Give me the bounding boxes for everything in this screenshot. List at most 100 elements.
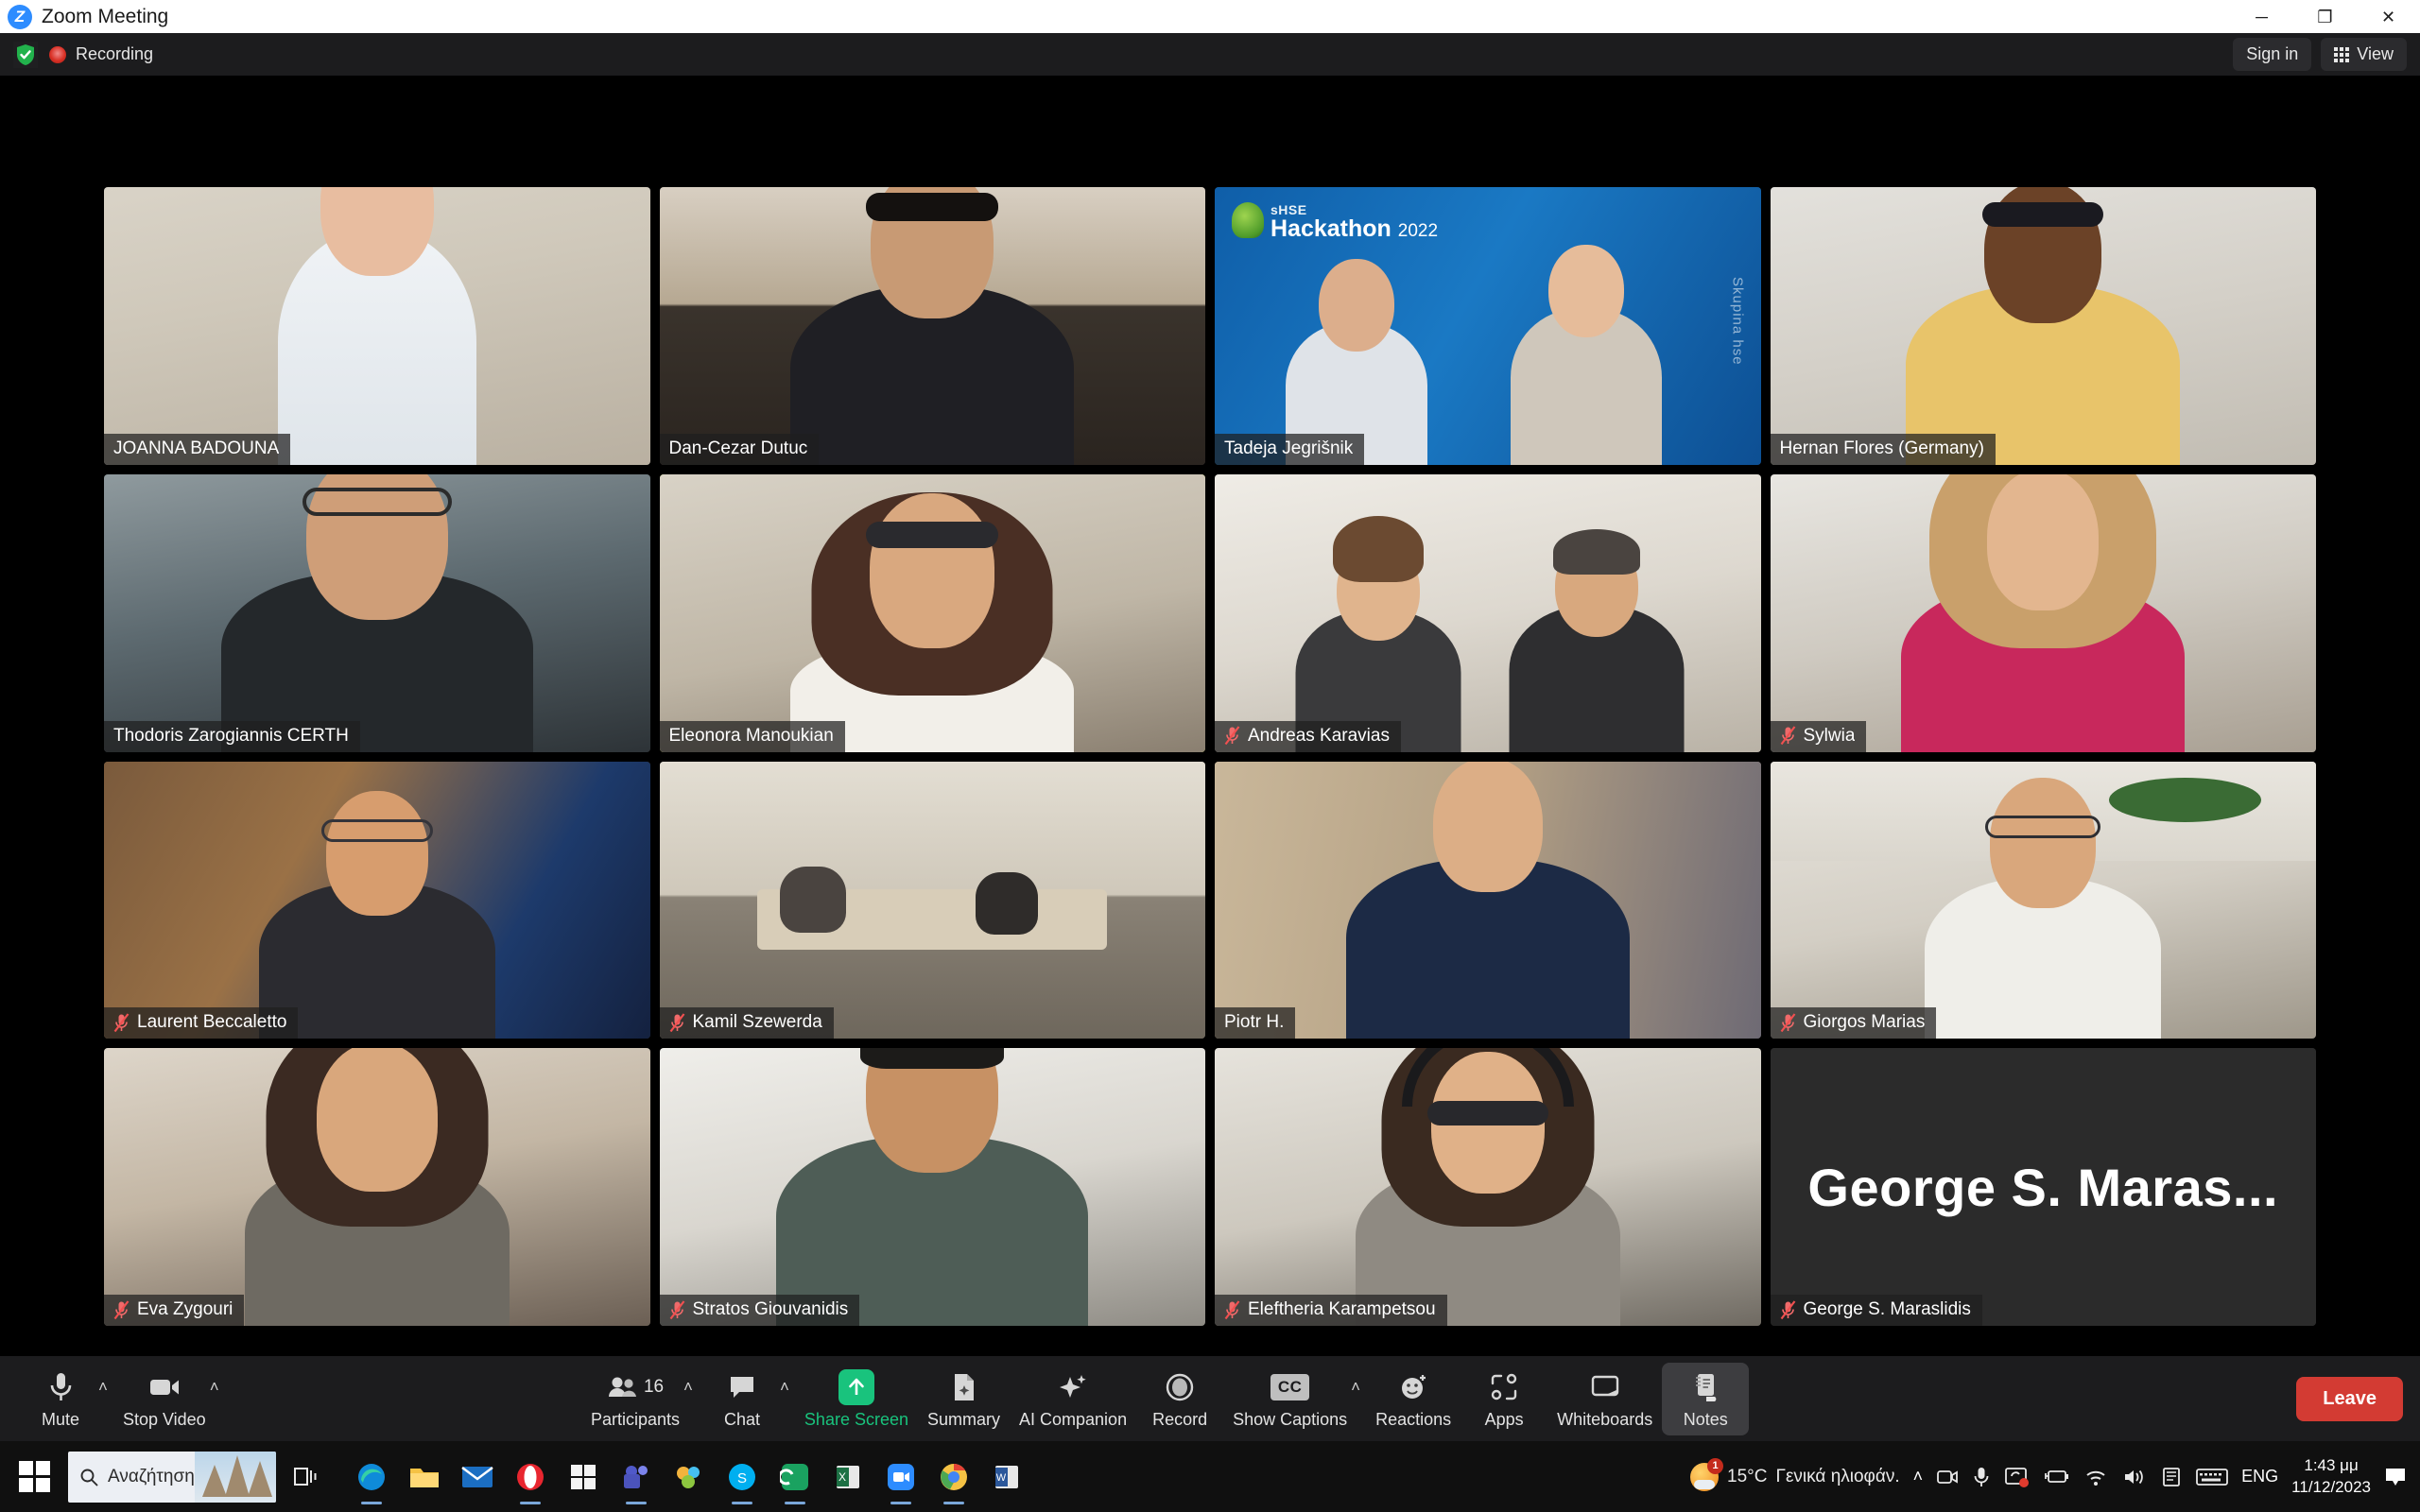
participant-tile[interactable]: Kamil Szewerda — [659, 761, 1205, 1040]
participant-display-name: George S. Maras... — [1807, 1157, 2279, 1217]
video-stage: JOANNA BADOUNA Dan-Cezar Dutuc sHSE Hack… — [0, 76, 2420, 1356]
share-screen-up-arrow-icon — [838, 1368, 874, 1406]
clock[interactable]: 1:43 μμ 11/12/2023 — [2291, 1455, 2371, 1497]
battery-icon[interactable] — [2043, 1468, 2069, 1486]
record-button[interactable]: Record — [1136, 1363, 1223, 1435]
chat-button[interactable]: Chat — [699, 1363, 786, 1435]
word-icon[interactable]: W — [985, 1455, 1028, 1499]
mute-options-caret[interactable]: ˄ — [98, 1378, 108, 1397]
participants-label: Participants — [591, 1409, 681, 1429]
grid-view-icon — [2334, 46, 2350, 62]
video-feed — [104, 761, 650, 1040]
task-view-icon[interactable] — [276, 1465, 335, 1489]
participant-tile[interactable]: Andreas Karavias — [1215, 473, 1761, 752]
participant-tile-active-speaker[interactable]: Eleonora Manoukian — [659, 473, 1205, 752]
zoom-logo-icon: Z — [8, 4, 32, 29]
participant-name-bar: Andreas Karavias — [1215, 720, 1401, 752]
skype-icon[interactable]: S — [720, 1455, 764, 1499]
summary-label: Summary — [927, 1409, 1001, 1429]
whiteboards-button[interactable]: Whiteboards — [1547, 1363, 1662, 1435]
participant-tile[interactable]: Piotr H. — [1215, 761, 1761, 1040]
video-feed — [1770, 473, 2316, 752]
microsoft-store-icon[interactable] — [562, 1455, 605, 1499]
share-screen-button[interactable]: Share Screen — [795, 1363, 918, 1435]
video-options-caret[interactable]: ˄ — [210, 1378, 219, 1397]
onedrive-icon[interactable] — [2161, 1467, 2182, 1487]
teams-icon[interactable] — [614, 1455, 658, 1499]
video-feed: sHSE Hackathon 2022 Skupina hse — [1215, 187, 1761, 465]
apps-button[interactable]: Apps — [1461, 1363, 1547, 1435]
photos-icon[interactable] — [667, 1455, 711, 1499]
weather-icon: 1 — [1690, 1457, 1724, 1491]
opera-icon[interactable] — [509, 1455, 552, 1499]
view-button[interactable]: View — [2321, 38, 2407, 71]
participant-tile[interactable]: sHSE Hackathon 2022 Skupina hse Tadeja J… — [1215, 187, 1761, 465]
tray-expand-caret[interactable]: ˄ — [1913, 1467, 1924, 1486]
participant-tile[interactable]: Thodoris Zarogiannis CERTH — [104, 473, 650, 752]
edge-icon[interactable] — [350, 1455, 393, 1499]
stop-video-button[interactable]: Stop Video — [113, 1363, 216, 1435]
minimize-icon[interactable]: ─ — [2230, 0, 2293, 33]
microphone-tray-icon[interactable] — [1973, 1466, 1990, 1488]
participant-tile[interactable]: Giorgos Marias — [1770, 761, 2316, 1040]
mute-button[interactable]: Mute — [17, 1363, 104, 1435]
closed-captions-icon: CC — [1270, 1368, 1310, 1406]
chat-options-caret[interactable]: ˄ — [780, 1378, 789, 1397]
participant-name: Dan-Cezar Dutuc — [668, 438, 808, 458]
keyboard-layout-icon[interactable] — [2196, 1467, 2229, 1487]
participant-name-bar: Stratos Giouvanidis — [659, 1295, 860, 1326]
excel-icon[interactable]: X — [826, 1455, 870, 1499]
show-captions-button[interactable]: CC Show Captions — [1223, 1363, 1357, 1435]
ai-companion-button[interactable]: AI Companion — [1010, 1363, 1136, 1435]
window-title: Zoom Meeting — [42, 5, 169, 27]
mute-label: Mute — [41, 1409, 80, 1429]
participant-tile-no-video[interactable]: George S. Maras... George S. Maraslidis — [1770, 1048, 2316, 1326]
weather-widget[interactable]: 1 15°C Γενικά ηλιοφάν. — [1690, 1457, 1900, 1491]
system-tray: 1 15°C Γενικά ηλιοφάν. ˄ ENG 1:43 μμ 11/… — [1690, 1441, 2420, 1512]
recording-indicator[interactable]: Recording — [49, 44, 153, 64]
participant-tile[interactable]: Laurent Beccaletto — [104, 761, 650, 1040]
participant-tile[interactable]: Dan-Cezar Dutuc — [659, 187, 1205, 465]
control-bar-right: Leave — [2296, 1376, 2403, 1421]
encryption-shield-icon[interactable] — [13, 41, 38, 68]
svg-text:W: W — [996, 1472, 1007, 1484]
zoom-icon[interactable] — [879, 1455, 923, 1499]
tray-icon-group — [1936, 1466, 2229, 1488]
notification-badge: 1 — [1707, 1457, 1724, 1474]
volume-icon[interactable] — [2122, 1467, 2147, 1487]
leave-button[interactable]: Leave — [2296, 1376, 2403, 1421]
notes-label: Notes — [1683, 1409, 1728, 1429]
search-input[interactable]: Αναζήτηση — [68, 1451, 276, 1503]
summary-button[interactable]: Summary — [918, 1363, 1010, 1435]
mail-icon[interactable] — [456, 1455, 499, 1499]
screen-share-tray-icon[interactable] — [2004, 1466, 2030, 1488]
participant-tile[interactable]: Eva Zygouri — [104, 1048, 650, 1326]
participants-options-caret[interactable]: ˄ — [683, 1378, 693, 1397]
smiley-plus-icon — [1398, 1368, 1428, 1406]
participant-name-bar: Eleftheria Karampetsou — [1215, 1295, 1447, 1326]
notification-icon[interactable] — [2384, 1467, 2407, 1487]
participant-tile[interactable]: Hernan Flores (Germany) — [1770, 187, 2316, 465]
participant-grid: JOANNA BADOUNA Dan-Cezar Dutuc sHSE Hack… — [104, 76, 2316, 1356]
participant-name: Thodoris Zarogiannis CERTH — [113, 725, 349, 746]
reactions-button[interactable]: Reactions — [1366, 1363, 1461, 1435]
file-explorer-icon[interactable] — [403, 1455, 446, 1499]
participant-tile[interactable]: Eleftheria Karampetsou — [1215, 1048, 1761, 1326]
participant-tile[interactable]: JOANNA BADOUNA — [104, 187, 650, 465]
chrome-icon[interactable] — [932, 1455, 976, 1499]
windows-start-icon[interactable] — [0, 1461, 68, 1492]
video-feed — [659, 1048, 1205, 1326]
sign-in-button[interactable]: Sign in — [2233, 38, 2312, 71]
close-icon[interactable]: ✕ — [2357, 0, 2420, 33]
notes-button[interactable]: Notes — [1662, 1362, 1750, 1435]
camera-tray-icon[interactable] — [1936, 1467, 1959, 1487]
participant-tile[interactable]: Stratos Giouvanidis — [659, 1048, 1205, 1326]
captions-options-caret[interactable]: ˄ — [1351, 1378, 1360, 1397]
drive-icon[interactable] — [773, 1455, 817, 1499]
participant-tile[interactable]: Sylwia — [1770, 473, 2316, 752]
maximize-icon[interactable]: ❐ — [2293, 0, 2357, 33]
wifi-icon[interactable] — [2083, 1467, 2108, 1487]
participants-button[interactable]: 16 Participants — [581, 1363, 689, 1435]
language-indicator[interactable]: ENG — [2241, 1467, 2278, 1486]
video-feed — [104, 1048, 650, 1326]
